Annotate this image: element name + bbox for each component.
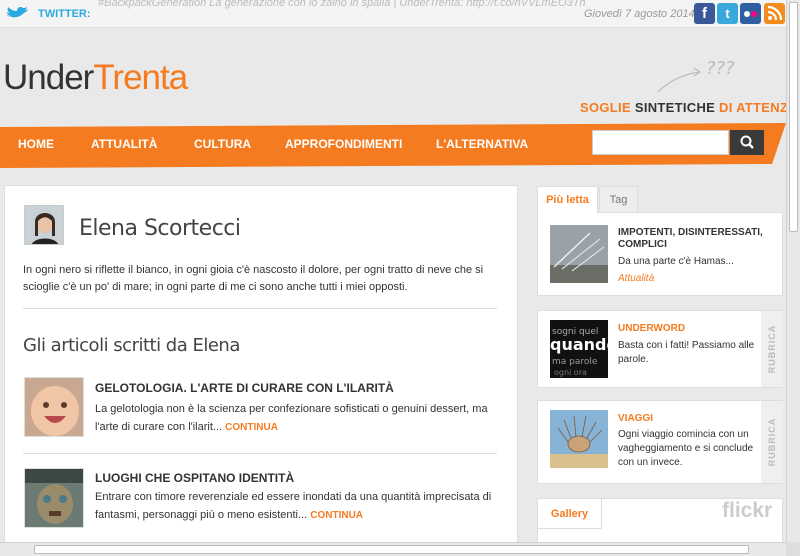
flickr-logo[interactable]: flickr (722, 499, 772, 523)
doodle-arrow-icon: ??? (657, 58, 735, 93)
top-bar: TWITTER: #BackpackGeneration La generazi… (0, 0, 786, 28)
rubric-excerpt: Basta con i fatti! Passiamo alle parole. (618, 340, 755, 365)
svg-text:ma parole: ma parole (552, 357, 598, 367)
author-bio: In ogni nero si riflette il bianco, in o… (23, 264, 484, 293)
search-button[interactable] (730, 130, 764, 155)
author-avatar (24, 205, 64, 245)
twitter-label: TWITTER: (38, 8, 91, 20)
deco-question-marks: ??? (706, 58, 735, 79)
article-thumbnail[interactable] (24, 377, 84, 437)
rubric-label: RUBRICA (761, 401, 783, 483)
nav-approfondimenti[interactable]: APPROFONDIMENTI (285, 137, 402, 151)
divider (23, 308, 497, 309)
flickr-icon[interactable] (740, 3, 761, 24)
continue-link[interactable]: CONTINUA (310, 510, 363, 521)
article-excerpt: La gelotologia non è la scienza per conf… (95, 403, 488, 433)
scrollbar-corner (786, 542, 800, 556)
article-title[interactable]: LUOGHI CHE OSPITANO IDENTITÀ (95, 471, 294, 485)
search-input[interactable] (592, 130, 729, 155)
rubric-excerpt: Ogni viaggio comincia con un vagheggiame… (618, 429, 754, 468)
article-thumbnail[interactable] (24, 468, 84, 528)
rubric-title[interactable]: VIAGGI (618, 413, 653, 425)
rubric-thumbnail[interactable] (550, 410, 608, 468)
most-read-title[interactable]: IMPOTENTI, DISINTERESSATI, COMPLICI (618, 227, 768, 251)
tab-gallery[interactable]: Gallery (538, 499, 602, 529)
nav-attualita[interactable]: ATTUALITÀ (91, 137, 157, 151)
articles-heading: Gli articoli scritti da Elena (23, 335, 240, 356)
svg-text:ogni ora: ogni ora (554, 368, 587, 377)
author-name: Elena Scortecci (79, 216, 241, 241)
article-excerpt: Entrare con timore reverenziale ed esser… (95, 491, 492, 521)
vertical-scrollbar[interactable] (786, 0, 800, 556)
tab-tags[interactable]: Tag (599, 186, 638, 213)
scroll-thumb[interactable] (34, 545, 749, 554)
latest-tweet[interactable]: #BackpackGeneration La generazione con l… (98, 0, 586, 9)
most-read-thumbnail[interactable] (550, 225, 608, 283)
divider (23, 453, 497, 454)
scroll-thumb[interactable] (789, 2, 798, 232)
twitter-icon[interactable]: t (717, 3, 738, 24)
continue-link[interactable]: CONTINUA (225, 422, 278, 433)
nav-home[interactable]: HOME (18, 137, 54, 151)
rubric-label: RUBRICA (761, 311, 783, 387)
most-read-excerpt: Da una parte c'è Hamas... (618, 256, 734, 267)
site-tagline: SOGLIE SINTETICHE DI ATTENZIONE (580, 100, 800, 115)
current-date: Giovedì 7 agosto 2014 (584, 8, 695, 20)
article-title[interactable]: GELOTOLOGIA. L'ARTE DI CURARE CON L'ILAR… (95, 381, 394, 395)
rubric-title[interactable]: UNDERWORD (618, 323, 685, 335)
rss-icon[interactable] (764, 3, 785, 24)
search-icon (740, 135, 754, 149)
svg-text:quando: quando (550, 335, 608, 354)
site-logo[interactable]: UnderTrenta (3, 58, 188, 98)
nav-cultura[interactable]: CULTURA (194, 137, 251, 151)
twitter-bird-icon (6, 7, 28, 18)
facebook-icon[interactable]: f (694, 3, 715, 24)
tab-most-read[interactable]: Più letta (537, 186, 598, 213)
nav-alternativa[interactable]: L'ALTERNATIVA (436, 137, 528, 151)
horizontal-scrollbar[interactable] (0, 542, 786, 556)
most-read-category[interactable]: Attualità (618, 273, 654, 284)
rubric-thumbnail[interactable]: sogni quel quando ma parole ogni ora (550, 320, 608, 378)
